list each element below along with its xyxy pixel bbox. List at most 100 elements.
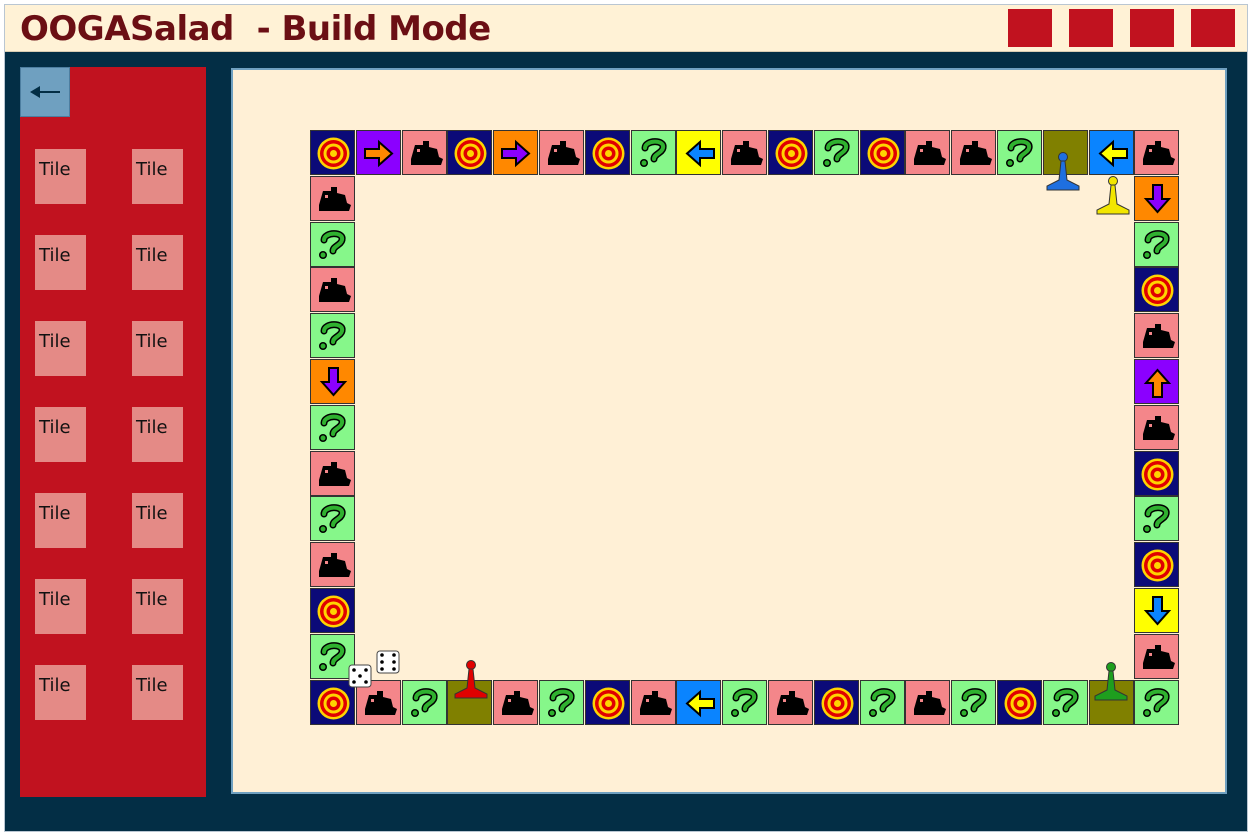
board-tile[interactable] [997, 679, 1042, 725]
board-tile[interactable] [1134, 588, 1180, 633]
board-tile[interactable] [310, 450, 355, 496]
board-tile[interactable] [310, 313, 355, 359]
board-tile[interactable] [722, 679, 768, 725]
palette-tile[interactable]: Tile [35, 149, 86, 204]
title-bar: OOGASalad - Build Mode [5, 5, 1247, 52]
palette-tile-label: Tile [39, 589, 71, 610]
yellow-pawn-icon[interactable] [1091, 174, 1135, 220]
palette-tile[interactable]: Tile [132, 149, 183, 204]
palette-tile-label: Tile [39, 503, 71, 524]
board-tile[interactable] [905, 130, 951, 175]
board-tile[interactable] [676, 679, 722, 725]
board-tile[interactable] [951, 130, 997, 175]
board-tile[interactable] [310, 542, 355, 588]
palette-tile-label: Tile [136, 159, 168, 180]
palette-tile-label: Tile [136, 417, 168, 438]
palette-tile[interactable]: Tile [35, 665, 86, 720]
board-tile[interactable] [1134, 175, 1180, 221]
palette-tile-label: Tile [39, 417, 71, 438]
board-tile[interactable] [997, 130, 1042, 175]
board-tile[interactable] [722, 130, 768, 175]
board-tile[interactable] [768, 679, 813, 725]
board-tile[interactable] [310, 496, 355, 542]
board-tile[interactable] [1134, 450, 1180, 496]
board-tile[interactable] [310, 588, 355, 633]
red-pawn-icon[interactable] [449, 658, 493, 704]
back-button[interactable] [20, 67, 70, 117]
board-tile[interactable] [584, 679, 630, 725]
palette-tile-label: Tile [39, 159, 71, 180]
board-tile[interactable] [1134, 542, 1180, 588]
palette-tile[interactable]: Tile [35, 579, 86, 634]
board-tile[interactable] [859, 130, 905, 175]
palette-tile-label: Tile [39, 675, 71, 696]
palette-tile[interactable]: Tile [132, 493, 183, 548]
board-tile[interactable] [401, 679, 447, 725]
green-pawn-icon[interactable] [1089, 660, 1133, 706]
palette-tile[interactable]: Tile [132, 235, 183, 290]
board-tile[interactable] [813, 130, 859, 175]
board-tile[interactable] [1134, 679, 1180, 725]
dice-icon[interactable] [348, 664, 372, 692]
board-tile[interactable] [539, 130, 584, 175]
board-tile[interactable] [310, 221, 355, 267]
board-tile[interactable] [584, 130, 630, 175]
palette-tile-label: Tile [136, 675, 168, 696]
palette-tile[interactable]: Tile [35, 493, 86, 548]
board-tile[interactable] [1088, 130, 1134, 175]
palette-tile-label: Tile [136, 331, 168, 352]
board-tile[interactable] [1134, 404, 1180, 450]
palette-tile[interactable]: Tile [132, 407, 183, 462]
palette-tile[interactable]: Tile [132, 321, 183, 376]
board-tile[interactable] [859, 679, 905, 725]
palette-tile-label: Tile [39, 331, 71, 352]
board-tile[interactable] [493, 679, 539, 725]
board-tile[interactable] [310, 359, 355, 404]
window-button-3[interactable] [1130, 9, 1174, 47]
board-tile[interactable] [1134, 130, 1180, 175]
board-tile[interactable] [1134, 313, 1180, 359]
board-tile[interactable] [1134, 633, 1180, 679]
board-tile[interactable] [310, 175, 355, 221]
window-button-4[interactable] [1191, 9, 1235, 47]
board-tile[interactable] [310, 404, 355, 450]
palette-tile-label: Tile [39, 245, 71, 266]
palette-tile[interactable]: Tile [132, 665, 183, 720]
board-tile[interactable] [401, 130, 447, 175]
board-tile[interactable] [493, 130, 539, 175]
board-canvas[interactable] [231, 68, 1227, 794]
window-button-2[interactable] [1069, 9, 1113, 47]
board-tile[interactable] [355, 130, 401, 175]
palette-tile[interactable]: Tile [35, 321, 86, 376]
board-tile[interactable] [630, 679, 676, 725]
palette-tile[interactable]: Tile [35, 407, 86, 462]
board-tile[interactable] [539, 679, 584, 725]
board-tile[interactable] [905, 679, 951, 725]
arrow-left-icon [30, 86, 60, 98]
board-tile[interactable] [1134, 359, 1180, 404]
palette-tile-label: Tile [136, 503, 168, 524]
palette-tile[interactable]: Tile [35, 235, 86, 290]
palette-tile-label: Tile [136, 245, 168, 266]
board-tile[interactable] [630, 130, 676, 175]
app-window: OOGASalad - Build Mode Tile Tile Tile Tile T… [4, 4, 1248, 832]
board-tile[interactable] [1042, 679, 1088, 725]
window-button-1[interactable] [1008, 9, 1052, 47]
board-tile[interactable] [310, 267, 355, 313]
tile-palette-sidebar: Tile Tile Tile Tile Tile Tile Tile Tile Tile Tile… [20, 67, 206, 797]
board-tile[interactable] [768, 130, 813, 175]
board-tile[interactable] [813, 679, 859, 725]
blue-pawn-icon[interactable] [1041, 150, 1085, 196]
game-board [310, 130, 1180, 730]
board-tile[interactable] [1134, 221, 1180, 267]
board-tile[interactable] [310, 130, 355, 175]
board-tile[interactable] [1134, 496, 1180, 542]
palette-tile[interactable]: Tile [132, 579, 183, 634]
board-tile[interactable] [1134, 267, 1180, 313]
board-tile[interactable] [447, 130, 493, 175]
palette-tile-label: Tile [136, 589, 168, 610]
board-tile[interactable] [951, 679, 997, 725]
page-title: OOGASalad - Build Mode [20, 9, 491, 49]
board-tile[interactable] [676, 130, 722, 175]
dice-icon[interactable] [376, 650, 400, 678]
